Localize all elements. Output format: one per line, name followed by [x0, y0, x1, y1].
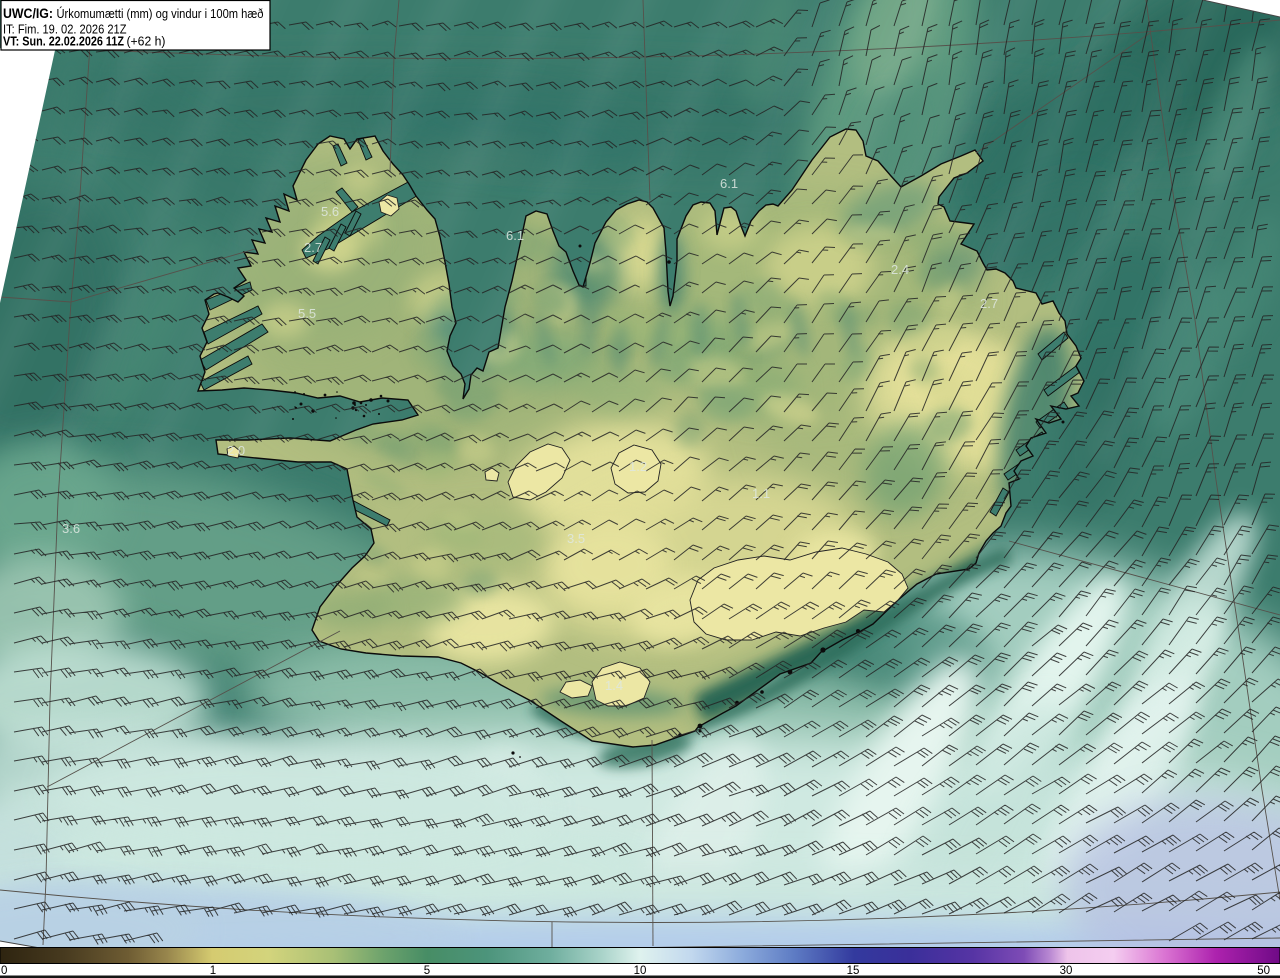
- svg-text:5.6: 5.6: [321, 204, 339, 219]
- svg-text:1.2: 1.2: [629, 459, 647, 474]
- svg-text:0: 0: [1, 965, 7, 977]
- svg-text:5: 5: [424, 965, 430, 977]
- svg-text:UWC/IG:: UWC/IG:: [3, 6, 53, 21]
- svg-text:(+62 h): (+62 h): [127, 35, 166, 49]
- svg-text:1: 1: [210, 965, 216, 977]
- svg-text:2.4: 2.4: [891, 262, 909, 277]
- svg-text:10: 10: [634, 965, 647, 977]
- svg-text:2.7: 2.7: [304, 240, 322, 255]
- svg-text:2.0: 2.0: [227, 443, 245, 458]
- svg-text:3.6: 3.6: [62, 521, 80, 536]
- svg-text:6.1: 6.1: [720, 176, 738, 191]
- svg-text:1.1: 1.1: [752, 486, 770, 501]
- svg-text:3.5: 3.5: [567, 531, 585, 546]
- svg-text:50: 50: [1257, 965, 1270, 977]
- svg-text:5.5: 5.5: [298, 306, 316, 321]
- svg-text:1.4: 1.4: [605, 678, 623, 693]
- svg-text:6.1: 6.1: [506, 228, 524, 243]
- svg-text:15: 15: [847, 965, 860, 977]
- svg-text:30: 30: [1060, 965, 1073, 977]
- svg-text:Úrkomumætti (mm) og vindur i 1: Úrkomumætti (mm) og vindur i 100m hæð: [57, 6, 264, 21]
- svg-text:VT: Sun. 22.02.2026 11Z: VT: Sun. 22.02.2026 11Z: [3, 35, 124, 49]
- svg-text:2.7: 2.7: [980, 296, 998, 311]
